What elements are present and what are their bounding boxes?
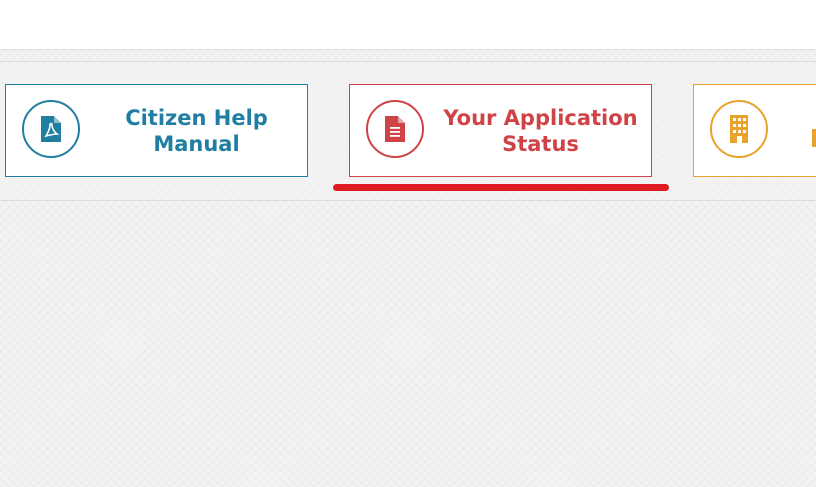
- building-icon: [710, 100, 768, 158]
- citizen-help-manual-card[interactable]: Citizen Help Manual: [5, 84, 308, 177]
- your-application-status-card[interactable]: Your Application Status: [349, 84, 652, 177]
- document-icon: [366, 100, 424, 158]
- top-header-bar: [0, 0, 816, 50]
- card-label: Your Application Status: [443, 105, 638, 156]
- active-card-underline: [333, 184, 669, 191]
- truncated-label-fragment: [812, 129, 816, 147]
- third-service-card[interactable]: [693, 84, 816, 177]
- pdf-file-icon: [22, 100, 80, 158]
- card-label: Citizen Help Manual: [125, 105, 268, 156]
